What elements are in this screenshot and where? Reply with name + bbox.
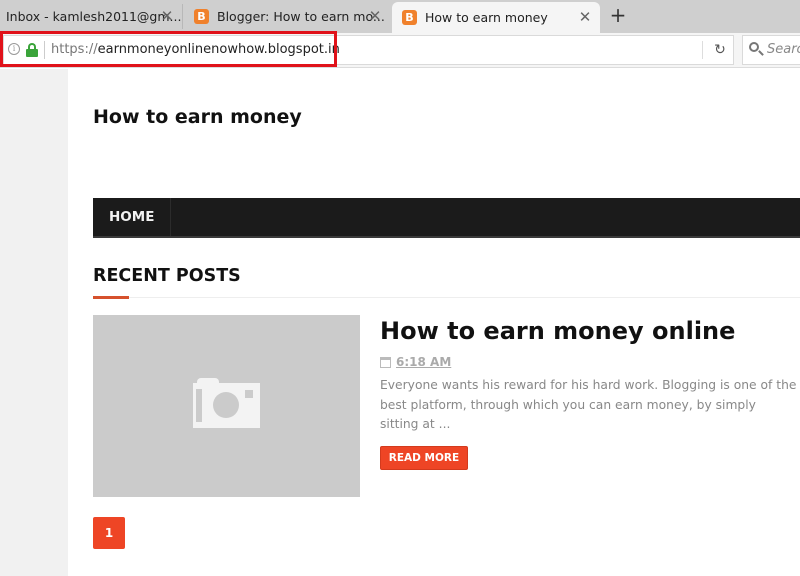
post-time[interactable]: 6:18 AM xyxy=(396,355,451,369)
tab-label: How to earn money xyxy=(425,10,548,25)
post-snippet: Everyone wants his reward for his hard w… xyxy=(380,378,797,431)
blogger-icon: B xyxy=(402,10,417,25)
main-menu: HOME xyxy=(93,198,800,238)
pagination-page-1[interactable]: 1 xyxy=(93,517,125,549)
close-icon[interactable]: ✕ xyxy=(368,9,382,24)
read-more-button[interactable]: READ MORE xyxy=(380,446,468,470)
tab-label: Blogger: How to earn mo... xyxy=(217,9,385,24)
section-title: RECENT POSTS xyxy=(93,266,241,286)
reload-icon[interactable]: ↻ xyxy=(712,41,728,59)
search-icon xyxy=(749,42,759,52)
tab-label: Inbox - kamlesh2011@gm... xyxy=(6,9,182,24)
camera-placeholder-icon xyxy=(193,378,260,428)
divider xyxy=(702,41,703,59)
post-title[interactable]: How to earn money online xyxy=(380,317,735,345)
tab-blogger[interactable]: B Blogger: How to earn mo... ✕ xyxy=(184,4,390,29)
post-meta: 6:18 AM xyxy=(380,355,451,369)
blogger-icon: B xyxy=(194,9,209,24)
tab-strip: Inbox - kamlesh2011@gm... ✕ B Blogger: H… xyxy=(0,0,800,33)
url-highlight-annotation xyxy=(0,31,337,67)
calendar-icon xyxy=(380,356,391,368)
post-thumbnail[interactable] xyxy=(93,315,360,497)
search-placeholder: Search xyxy=(767,42,800,57)
close-icon[interactable]: ✕ xyxy=(578,10,592,25)
left-gutter xyxy=(0,69,68,576)
blog-title[interactable]: How to earn money xyxy=(93,106,302,128)
search-input[interactable]: Search xyxy=(742,35,800,65)
tab-inbox[interactable]: Inbox - kamlesh2011@gm... ✕ xyxy=(0,4,183,29)
close-icon[interactable]: ✕ xyxy=(160,9,174,24)
divider xyxy=(93,297,800,298)
tab-how-to-earn-money[interactable]: B How to earn money ✕ xyxy=(392,2,600,33)
menu-item-home[interactable]: HOME xyxy=(93,198,172,236)
blog-page: How to earn money HOME RECENT POSTS How … xyxy=(0,69,800,576)
new-tab-button[interactable]: + xyxy=(608,4,628,28)
section-accent-bar xyxy=(93,296,129,299)
